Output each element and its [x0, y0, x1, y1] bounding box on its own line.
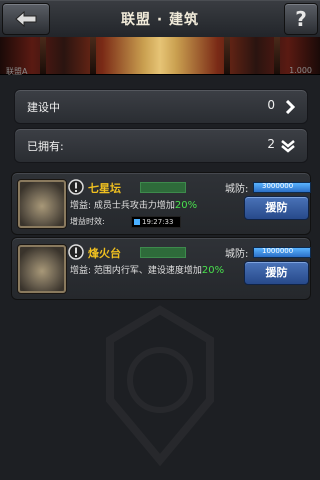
help-button[interactable]: ?: [284, 3, 318, 35]
buff-timer: 19:27:33: [131, 216, 181, 228]
banner-pillar: [90, 37, 96, 74]
under-construction-row[interactable]: 建设中 0: [14, 89, 308, 124]
row-label: 已拥有:: [27, 140, 64, 153]
buff-percent: 20%: [174, 200, 198, 211]
buff-percent: 20%: [201, 265, 225, 276]
defense-value: 1000000: [262, 247, 294, 255]
banner-pillar: [224, 37, 230, 74]
defense-label: 城防:: [225, 184, 249, 195]
alert-icon[interactable]: [68, 244, 84, 260]
banner-right-text: 1.000: [289, 66, 312, 75]
owner-tag: [140, 182, 186, 193]
page-title: 联盟 · 建筑: [120, 12, 200, 28]
buff-label: 增益: 成员士兵攻击力增加: [70, 201, 175, 211]
alert-icon[interactable]: [68, 179, 84, 195]
buff-label: 增益: 范围内行军、建设速度增加: [70, 266, 202, 276]
row-count: 0: [267, 98, 275, 112]
building-thumbnail[interactable]: [18, 245, 66, 293]
row-label: 建设中: [27, 101, 60, 114]
buff-text: 增益: 范围内行军、建设速度增加20%: [70, 263, 224, 276]
buff-text: 增益: 成员士兵攻击力增加20%: [70, 198, 197, 211]
building-card: 七星坛 城防: 3000000 增益: 成员士兵攻击力增加20% 增益时效: 1…: [11, 172, 311, 235]
background-emblem: [106, 305, 214, 467]
row-count: 2: [267, 137, 275, 151]
building-thumbnail[interactable]: [18, 180, 66, 228]
reinforce-button[interactable]: 援防: [244, 261, 309, 285]
reinforce-button[interactable]: 援防: [244, 196, 309, 220]
banner-image: [0, 37, 320, 75]
defense-label: 城防:: [225, 249, 249, 260]
defense-value: 3000000: [262, 182, 294, 190]
building-card: 烽火台 城防: 1000000 增益: 范围内行军、建设速度增加20% 援防: [11, 237, 311, 300]
buff-time-label: 增益时效:: [70, 217, 105, 226]
chevron-double-down-icon: [281, 140, 295, 153]
banner-pillar: [274, 37, 280, 74]
chevron-right-icon: [285, 100, 295, 114]
owned-row[interactable]: 已拥有: 2: [14, 128, 308, 163]
buff-time-value: 19:27:33: [142, 218, 174, 226]
building-name: 七星坛: [88, 182, 121, 195]
timer-icon: [134, 219, 140, 225]
owner-tag: [140, 247, 186, 258]
banner-pillar: [40, 37, 46, 74]
top-bar: 联盟 · 建筑 ?: [0, 0, 320, 38]
banner-left-text: 联盟A: [6, 67, 28, 76]
building-name: 烽火台: [88, 247, 121, 260]
